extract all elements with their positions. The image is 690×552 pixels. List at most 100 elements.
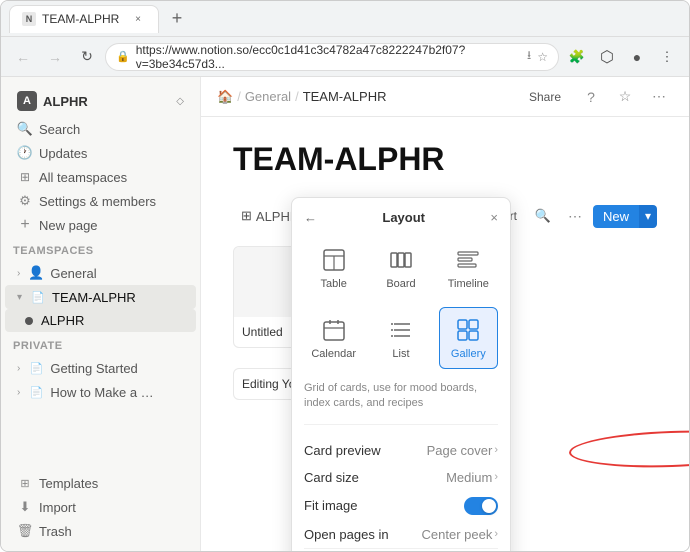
sidebar-templates-label: Templates	[39, 476, 98, 491]
db-search-btn[interactable]: 🔍	[529, 202, 557, 230]
sidebar-search-label: Search	[39, 122, 80, 137]
refresh-button[interactable]: ↻	[73, 43, 101, 71]
fit-image-label: Fit image	[304, 498, 464, 513]
breadcrumb-sep2: /	[295, 89, 299, 104]
sidebar-item-trash[interactable]: 🗑 Trash	[5, 519, 196, 543]
breadcrumb-sep1: /	[237, 89, 241, 104]
layout-option-timeline[interactable]: Timeline	[439, 237, 498, 299]
new-button-chevron[interactable]: ▾	[639, 205, 657, 228]
sidebar-all-teamspaces-label: All teamspaces	[39, 170, 127, 185]
db-more-btn[interactable]: ⋯	[561, 202, 589, 230]
card-preview-value: Page cover ›	[427, 443, 498, 458]
timeline-label: Timeline	[448, 278, 489, 290]
browser-frame: N TEAM-ALPHR × + ← → ↻ 🔒 https://www.not…	[0, 0, 690, 552]
bookmark-icon[interactable]: ☆	[537, 50, 548, 64]
sidebar-trash-label: Trash	[39, 524, 72, 539]
popup-back-btn[interactable]: ←	[304, 210, 317, 225]
sidebar-item-team-alphr[interactable]: ▾ 📄 TEAM-ALPHR	[5, 285, 196, 309]
browser-tab[interactable]: N TEAM-ALPHR ×	[9, 5, 159, 33]
calendar-label: Calendar	[311, 348, 356, 360]
sidebar-item-all-teamspaces[interactable]: ⊞ All teamspaces	[5, 165, 196, 189]
sidebar-alphr-label: ALPHR	[41, 313, 84, 328]
templates-icon: ⊞	[17, 475, 33, 491]
layout-option-board[interactable]: Board	[371, 237, 430, 299]
fit-image-value	[464, 497, 498, 515]
sidebar-item-alphr[interactable]: ALPHR	[5, 309, 196, 332]
search-icon: 🔍	[17, 121, 33, 137]
popup-close-btn[interactable]: ×	[490, 210, 498, 225]
address-bar[interactable]: 🔒 https://www.notion.so/ecc0c1d41c3c4782…	[105, 43, 559, 71]
back-button[interactable]: ←	[9, 43, 37, 71]
layout-option-list[interactable]: List	[371, 307, 430, 369]
list-icon	[387, 316, 415, 344]
sidebar-updates-label: Updates	[39, 146, 87, 161]
workspace-icon: A	[17, 91, 37, 111]
browser-titlebar: N TEAM-ALPHR × +	[1, 1, 689, 37]
sidebar-item-general[interactable]: › 👤 General	[5, 261, 196, 285]
table-label: Table	[321, 278, 347, 290]
sidebar-item-import[interactable]: ⬇ Import	[5, 495, 196, 519]
popup-footer[interactable]: ℹ Learn about views ?	[304, 548, 498, 551]
card-size-value: Medium ›	[446, 470, 498, 485]
share-button[interactable]: Share	[519, 86, 571, 108]
breadcrumb-general[interactable]: General	[245, 89, 291, 104]
trash-icon: 🗑	[17, 523, 33, 539]
sidebar-general-label: General	[50, 266, 96, 281]
profile-avatar[interactable]: ●	[623, 43, 651, 71]
open-pages-value: Center peek ›	[422, 527, 499, 542]
updates-icon: 🕐	[17, 145, 33, 161]
popup-row-open-pages[interactable]: Open pages in Center peek ›	[304, 521, 498, 548]
browser-menu-btn[interactable]: ⋮	[653, 43, 681, 71]
progress-chevron-icon: ›	[17, 387, 20, 398]
sidebar-item-progress[interactable]: › 📄 How to Make a Progress ...	[5, 380, 196, 404]
popup-row-card-preview[interactable]: Card preview Page cover ›	[304, 437, 498, 464]
new-tab-button[interactable]: +	[163, 5, 191, 33]
sidebar-item-search[interactable]: 🔍 Search	[5, 117, 196, 141]
forward-button[interactable]: →	[41, 43, 69, 71]
new-button-group: New ▾	[593, 205, 657, 228]
popup-row-card-size[interactable]: Card size Medium ›	[304, 464, 498, 491]
open-pages-chevron-icon: ›	[494, 528, 498, 540]
more-icon-btn[interactable]: ⋯	[645, 83, 673, 111]
page-title: TEAM-ALPHR	[233, 141, 657, 178]
sidebar-item-settings[interactable]: ⚙ Settings & members	[5, 189, 196, 213]
lock-icon: 🔒	[116, 50, 130, 63]
fit-image-toggle[interactable]	[464, 497, 498, 515]
breadcrumb-current: TEAM-ALPHR	[303, 89, 387, 104]
tab-close-btn[interactable]: ×	[130, 11, 146, 27]
all-teamspaces-icon: ⊞	[17, 169, 33, 185]
help-icon-btn[interactable]: ?	[577, 83, 605, 111]
getting-started-chevron-icon: ›	[17, 363, 20, 374]
sidebar-progress-label: How to Make a Progress ...	[50, 385, 160, 400]
sidebar-getting-started-label: Getting Started	[50, 361, 137, 376]
sidebar-item-getting-started[interactable]: › 📄 Getting Started	[5, 356, 196, 380]
download-icon: ⭳	[527, 46, 531, 67]
progress-icon: 📄	[28, 384, 44, 400]
card-size-chevron-icon: ›	[494, 471, 498, 483]
layout-option-gallery[interactable]: Gallery	[439, 307, 498, 369]
sidebar-item-new-page[interactable]: + New page	[5, 213, 196, 237]
favorite-icon-btn[interactable]: ☆	[611, 83, 639, 111]
gallery-icon	[454, 316, 482, 344]
new-button[interactable]: New	[593, 205, 639, 228]
sidebar-item-templates[interactable]: ⊞ Templates	[5, 471, 196, 495]
browser-toolbar-actions: 🧩 ⬡ ● ⋮	[563, 43, 681, 71]
import-icon: ⬇	[17, 499, 33, 515]
layout-option-calendar[interactable]: Calendar	[304, 307, 363, 369]
breadcrumb: 🏠 / General / TEAM-ALPHR	[217, 89, 511, 105]
card-size-label: Card size	[304, 470, 446, 485]
general-icon: 👤	[28, 265, 44, 281]
popup-row-fit-image[interactable]: Fit image	[304, 491, 498, 521]
extensions-btn[interactable]: 🧩	[563, 43, 591, 71]
teamspaces-section-label: Teamspaces	[1, 237, 200, 261]
alphr-icon	[25, 317, 33, 325]
layout-popup: ← Layout × Tab	[291, 197, 511, 551]
sidebar-item-updates[interactable]: 🕐 Updates	[5, 141, 196, 165]
team-alphr-chevron-icon: ▾	[17, 292, 22, 303]
workspace-selector[interactable]: A ALPHR ◇	[5, 85, 196, 117]
popup-title: Layout	[323, 210, 484, 225]
address-text: https://www.notion.so/ecc0c1d41c3c4782a4…	[136, 43, 521, 71]
layout-option-table[interactable]: Table	[304, 237, 363, 299]
profile-btn[interactable]: ⬡	[593, 43, 621, 71]
app-body: A ALPHR ◇ 🔍 Search 🕐 Updates ⊞ All teams…	[1, 77, 689, 551]
